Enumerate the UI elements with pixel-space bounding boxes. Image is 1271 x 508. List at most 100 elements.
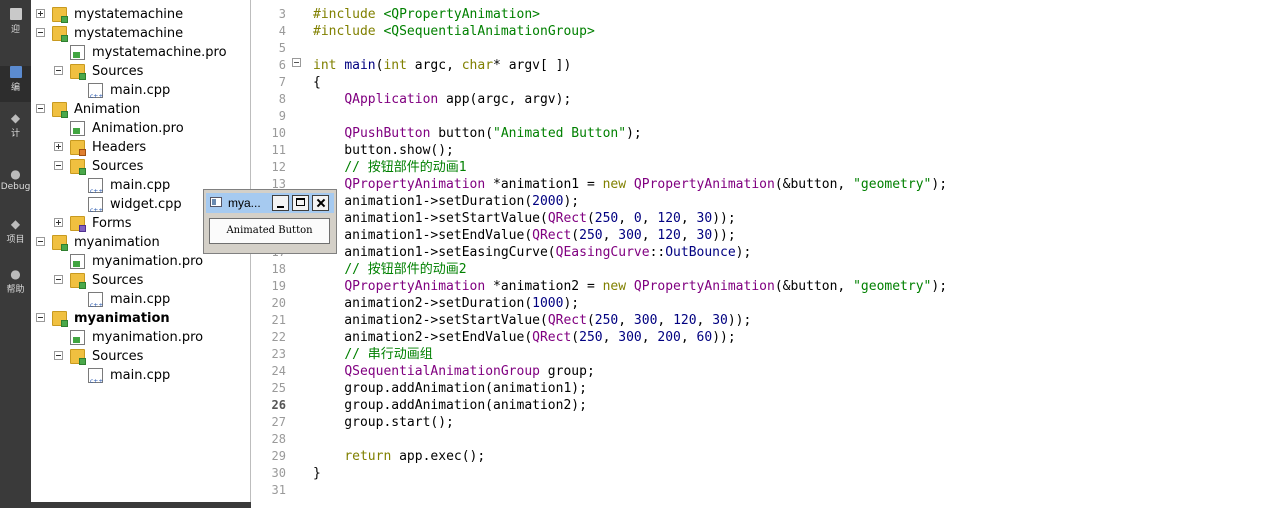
mode-icon: [9, 8, 22, 20]
code-token: ));: [712, 211, 736, 226]
mode-button-4[interactable]: ◆ 项目: [0, 218, 31, 254]
code-line[interactable]: return app.exec();: [313, 448, 485, 465]
tree-item[interactable]: Animation: [31, 100, 249, 119]
collapse-icon[interactable]: [54, 66, 63, 75]
code-token: *animation2 =: [485, 279, 603, 294]
code-line[interactable]: }: [313, 465, 321, 482]
code-token: "geometry": [853, 279, 932, 294]
tree-item[interactable]: Animation.pro: [31, 119, 249, 138]
code-line[interactable]: animation1->setStartValue(QRect(250, 0, …: [313, 210, 736, 227]
line-number: 19: [271, 279, 286, 293]
tree-item[interactable]: Sources: [31, 347, 249, 366]
animated-button-window[interactable]: mya... Animated Button: [203, 189, 337, 254]
expand-icon[interactable]: [36, 9, 45, 18]
code-line[interactable]: QPropertyAnimation *animation2 = new QPr…: [313, 278, 947, 295]
code-token: 200: [657, 330, 681, 345]
project-tree[interactable]: mystatemachine mystatemachine mystatemachi…: [31, 0, 251, 508]
code-line[interactable]: // 串行动画组: [313, 346, 433, 363]
code-line[interactable]: group.start();: [313, 414, 454, 431]
tree-item[interactable]: main.cpp: [31, 81, 249, 106]
code-line[interactable]: animation2->setStartValue(QRect(250, 300…: [313, 312, 751, 329]
code-token: group.addAnimation(animation2);: [313, 398, 587, 413]
code-line[interactable]: {: [313, 74, 321, 91]
maximize-icon[interactable]: [292, 195, 309, 211]
code-line[interactable]: group.addAnimation(animation1);: [313, 380, 587, 397]
tree-item[interactable]: mystatemachine.pro: [31, 43, 249, 62]
collapse-icon[interactable]: [36, 104, 45, 113]
code-token: QRect: [532, 228, 572, 243]
code-token: );: [931, 279, 948, 294]
tree-item-label: main.cpp: [110, 292, 171, 307]
code-token: "Animated Button": [493, 126, 627, 141]
tree-item-label: mystatemachine: [74, 7, 184, 22]
tree-item[interactable]: Sources: [31, 271, 249, 290]
code-line[interactable]: // 按钮部件的动画1: [313, 159, 466, 176]
code-token: ,: [602, 330, 619, 345]
fold-collapse-icon[interactable]: [292, 58, 301, 67]
code-token: // 串行动画组: [344, 347, 433, 362]
code-token: (: [571, 330, 580, 345]
minimize-icon[interactable]: [272, 195, 289, 211]
tree-item[interactable]: main.cpp: [31, 366, 249, 391]
tree-item[interactable]: myanimation: [31, 309, 249, 328]
window-title-bar[interactable]: mya...: [206, 193, 334, 213]
code-token: QEasingCurve: [555, 245, 650, 260]
collapse-icon[interactable]: [54, 161, 63, 170]
tree-item-label: Forms: [92, 216, 132, 231]
forms-folder-icon: [70, 216, 86, 232]
code-line[interactable]: int main(int argc, char* argv[ ]): [313, 57, 571, 74]
mode-button-2[interactable]: ◆ 计: [0, 112, 31, 148]
expand-icon[interactable]: [54, 218, 63, 227]
line-number: 25: [271, 381, 286, 395]
code-token: ,: [618, 211, 634, 226]
code-token: ,: [618, 313, 634, 328]
collapse-icon[interactable]: [36, 313, 45, 322]
code-line[interactable]: animation1->setEndValue(QRect(250, 300, …: [313, 227, 735, 244]
tree-item[interactable]: mystatemachine: [31, 5, 249, 24]
code-line[interactable]: // 按钮部件的动画2: [313, 261, 466, 278]
code-token: QPushButton: [344, 126, 431, 141]
code-line[interactable]: #include <QSequentialAnimationGroup>: [313, 23, 595, 40]
code-token: 60: [696, 330, 713, 345]
code-token: animation1->setDuration(: [313, 194, 533, 209]
mode-button-1[interactable]: 编: [0, 66, 31, 102]
expand-icon[interactable]: [54, 142, 63, 151]
code-editor[interactable]: 3456789101112131415161718192021222324252…: [251, 0, 1271, 508]
tree-item-label: Sources: [92, 64, 144, 79]
collapse-icon[interactable]: [54, 351, 63, 360]
code-line[interactable]: animation1->setEasingCurve(QEasingCurve:…: [313, 244, 751, 261]
code-token: (: [586, 211, 595, 226]
code-token: return: [344, 449, 392, 464]
collapse-icon[interactable]: [36, 28, 45, 37]
animated-button[interactable]: Animated Button: [209, 218, 330, 244]
code-line[interactable]: QApplication app(argc, argv);: [313, 91, 571, 108]
tree-item[interactable]: Sources: [31, 157, 249, 176]
mode-button-0[interactable]: 迎: [0, 8, 31, 44]
code-token: main: [344, 58, 376, 73]
code-token: ,: [657, 313, 674, 328]
tree-item[interactable]: mystatemachine: [31, 24, 249, 43]
code-line[interactable]: group.addAnimation(animation2);: [313, 397, 587, 414]
mode-icon: ◆: [10, 217, 21, 231]
code-token: argc,: [406, 58, 462, 73]
code-line[interactable]: animation2->setDuration(1000);: [313, 295, 579, 312]
code-line[interactable]: QSequentialAnimationGroup group;: [313, 363, 594, 380]
mode-button-5[interactable]: ● 帮助: [0, 268, 31, 304]
code-token: ,: [641, 211, 658, 226]
tree-item[interactable]: Sources: [31, 62, 249, 81]
collapse-icon[interactable]: [54, 275, 63, 284]
code-line[interactable]: button.show();: [313, 142, 454, 159]
code-line[interactable]: animation1->setDuration(2000);: [313, 193, 579, 210]
tree-item[interactable]: myanimation.pro: [31, 252, 249, 271]
mode-button-3[interactable]: ● Debug: [0, 168, 31, 204]
code-line[interactable]: QPushButton button("Animated Button");: [313, 125, 641, 142]
tree-item[interactable]: Headers: [31, 138, 249, 157]
tree-item[interactable]: main.cpp: [31, 290, 249, 315]
tree-item-label: myanimation: [74, 311, 170, 326]
code-line[interactable]: QPropertyAnimation *animation1 = new QPr…: [313, 176, 947, 193]
collapse-icon[interactable]: [36, 237, 45, 246]
code-line[interactable]: animation2->setEndValue(QRect(250, 300, …: [313, 329, 735, 346]
tree-item[interactable]: myanimation.pro: [31, 328, 249, 347]
close-icon[interactable]: [312, 195, 329, 211]
code-line[interactable]: #include <QPropertyAnimation>: [313, 6, 540, 23]
